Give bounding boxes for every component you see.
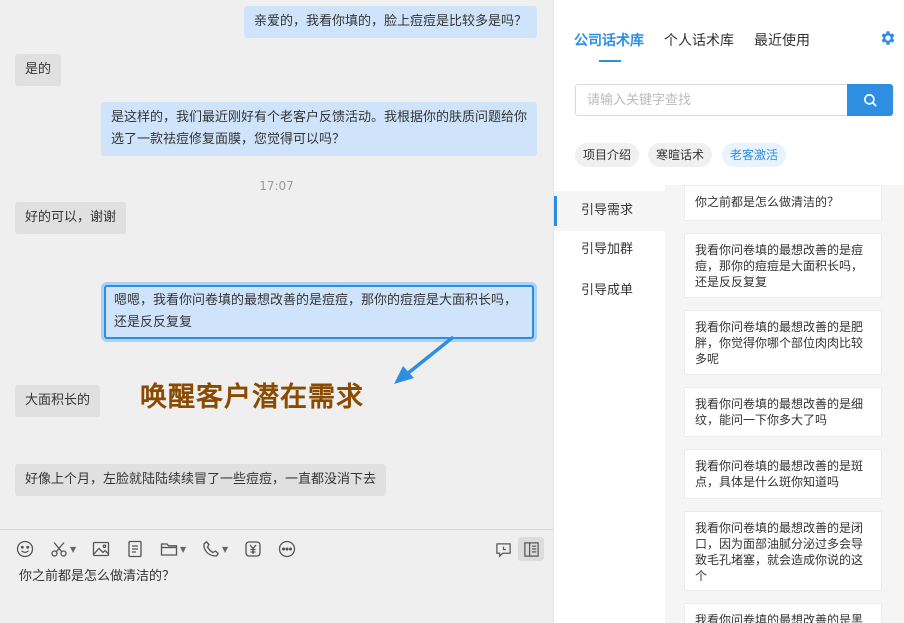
more-icon xyxy=(278,540,296,558)
payment-button[interactable] xyxy=(244,539,262,559)
script-card[interactable]: 我看你问卷填的最想改善的是痘痘，那你的痘痘是大面积长吗，还是反反复复 xyxy=(684,233,882,298)
image-icon xyxy=(92,541,110,557)
message-bubble-received[interactable]: 大面积长的 xyxy=(15,385,101,417)
sidebar-panel-icon xyxy=(523,541,539,557)
image-button[interactable] xyxy=(92,539,110,559)
more-button[interactable] xyxy=(278,539,296,559)
script-card[interactable]: 我看你问卷填的最想改善的是闭口，因为面部油腻分泌过多会导致毛孔堵塞，就会造成你说… xyxy=(684,511,882,591)
message-bubble-sent[interactable]: 是这样的，我们最近刚好有个老客户反馈活动。我根据你的肤质问题给你选了一款祛痘修复… xyxy=(101,102,537,156)
tab-personal-scripts[interactable]: 个人话术库 xyxy=(664,30,734,50)
tab-recent[interactable]: 最近使用 xyxy=(754,30,810,50)
message-composer: ▼ ▼ ▼ 你之前都是怎么做清洁的？ xyxy=(0,529,553,623)
chevron-down-icon: ▼ xyxy=(180,544,187,554)
sidebar-toggle-button[interactable] xyxy=(518,537,544,561)
chat-history-button[interactable] xyxy=(490,537,516,561)
search-button[interactable] xyxy=(847,84,893,116)
script-card[interactable]: 我看你问卷填的最想改善的是细纹，能问一下你多大了吗 xyxy=(684,387,882,437)
category-list: 引导需求 引导加群 引导成单 xyxy=(554,185,665,623)
active-tab-indicator xyxy=(599,60,621,62)
category-guide-close-deal[interactable]: 引导成单 xyxy=(554,271,665,311)
chat-history-icon xyxy=(495,542,511,558)
message-bubble-received[interactable]: 是的 xyxy=(15,54,62,86)
folder-button[interactable]: ▼ xyxy=(160,539,186,559)
script-card[interactable]: 我看你问卷填的最想改善的是肥胖，你觉得你哪个部位肉肉比较多呢 xyxy=(684,310,882,375)
message-input[interactable]: 你之前都是怎么做清洁的？ xyxy=(19,565,175,584)
category-guide-needs[interactable]: 引导需求 xyxy=(554,191,665,231)
message-timestamp: 17:07 xyxy=(259,179,294,193)
document-icon xyxy=(128,540,142,558)
payment-icon xyxy=(245,541,261,557)
chip-reactivate-customers[interactable]: 老客激活 xyxy=(722,143,787,167)
message-list[interactable]: 亲爱的，我看你填的，脸上痘痘是比较多是吗？ 是的 是这样的，我们最近刚好有个老客… xyxy=(0,0,553,529)
script-card[interactable]: 你之前都是怎么做清洁的？ xyxy=(684,185,882,221)
script-card[interactable]: 我看你问卷填的最想改善的是斑点，具体是什么斑你知道吗 xyxy=(684,449,882,499)
emoji-button[interactable] xyxy=(16,539,34,559)
call-button[interactable]: ▼ xyxy=(202,539,228,559)
chevron-down-icon: ▼ xyxy=(222,544,229,554)
message-bubble-sent[interactable]: 亲爱的，我看你填的，脸上痘痘是比较多是吗？ xyxy=(244,6,537,38)
chevron-down-icon: ▼ xyxy=(70,544,77,554)
document-button[interactable] xyxy=(126,539,144,559)
search-icon xyxy=(863,93,877,107)
chip-greeting-scripts[interactable]: 寒暄话术 xyxy=(648,143,713,167)
annotation-arrow-icon xyxy=(394,336,454,384)
script-card[interactable]: 我看你问卷填的最想改善的是黑 xyxy=(684,603,882,623)
message-bubble-received[interactable]: 好像上个月，左脸就陆陆续续冒了一些痘痘，一直都没消下去 xyxy=(15,464,387,496)
script-search-input[interactable] xyxy=(575,84,847,116)
phone-icon xyxy=(203,540,220,557)
chip-project-intro[interactable]: 项目介绍 xyxy=(575,143,640,167)
script-card-list[interactable]: 你之前都是怎么做清洁的？ 我看你问卷填的最想改善的是痘痘，那你的痘痘是大面积长吗… xyxy=(665,185,904,623)
tab-company-scripts[interactable]: 公司话术库 xyxy=(574,30,644,50)
annotation-label: 唤醒客户潜在需求 xyxy=(140,382,364,413)
library-tabs: 公司话术库 个人话术库 最近使用 xyxy=(554,0,904,64)
chat-panel: 亲爱的，我看你填的，脸上痘痘是比较多是吗？ 是的 是这样的，我们最近刚好有个老客… xyxy=(0,0,553,623)
message-bubble-received[interactable]: 好的可以，谢谢 xyxy=(15,202,127,234)
emoji-icon xyxy=(16,540,34,558)
script-library-panel: 公司话术库 个人话术库 最近使用 项目介绍 寒暄话术 老客激活 引导需求 引导加… xyxy=(553,0,904,623)
category-guide-join-group[interactable]: 引导加群 xyxy=(554,230,665,270)
scissors-icon xyxy=(51,542,67,557)
screenshot-button[interactable]: ▼ xyxy=(50,539,76,559)
folder-icon xyxy=(160,543,178,556)
gear-icon[interactable] xyxy=(879,29,897,47)
